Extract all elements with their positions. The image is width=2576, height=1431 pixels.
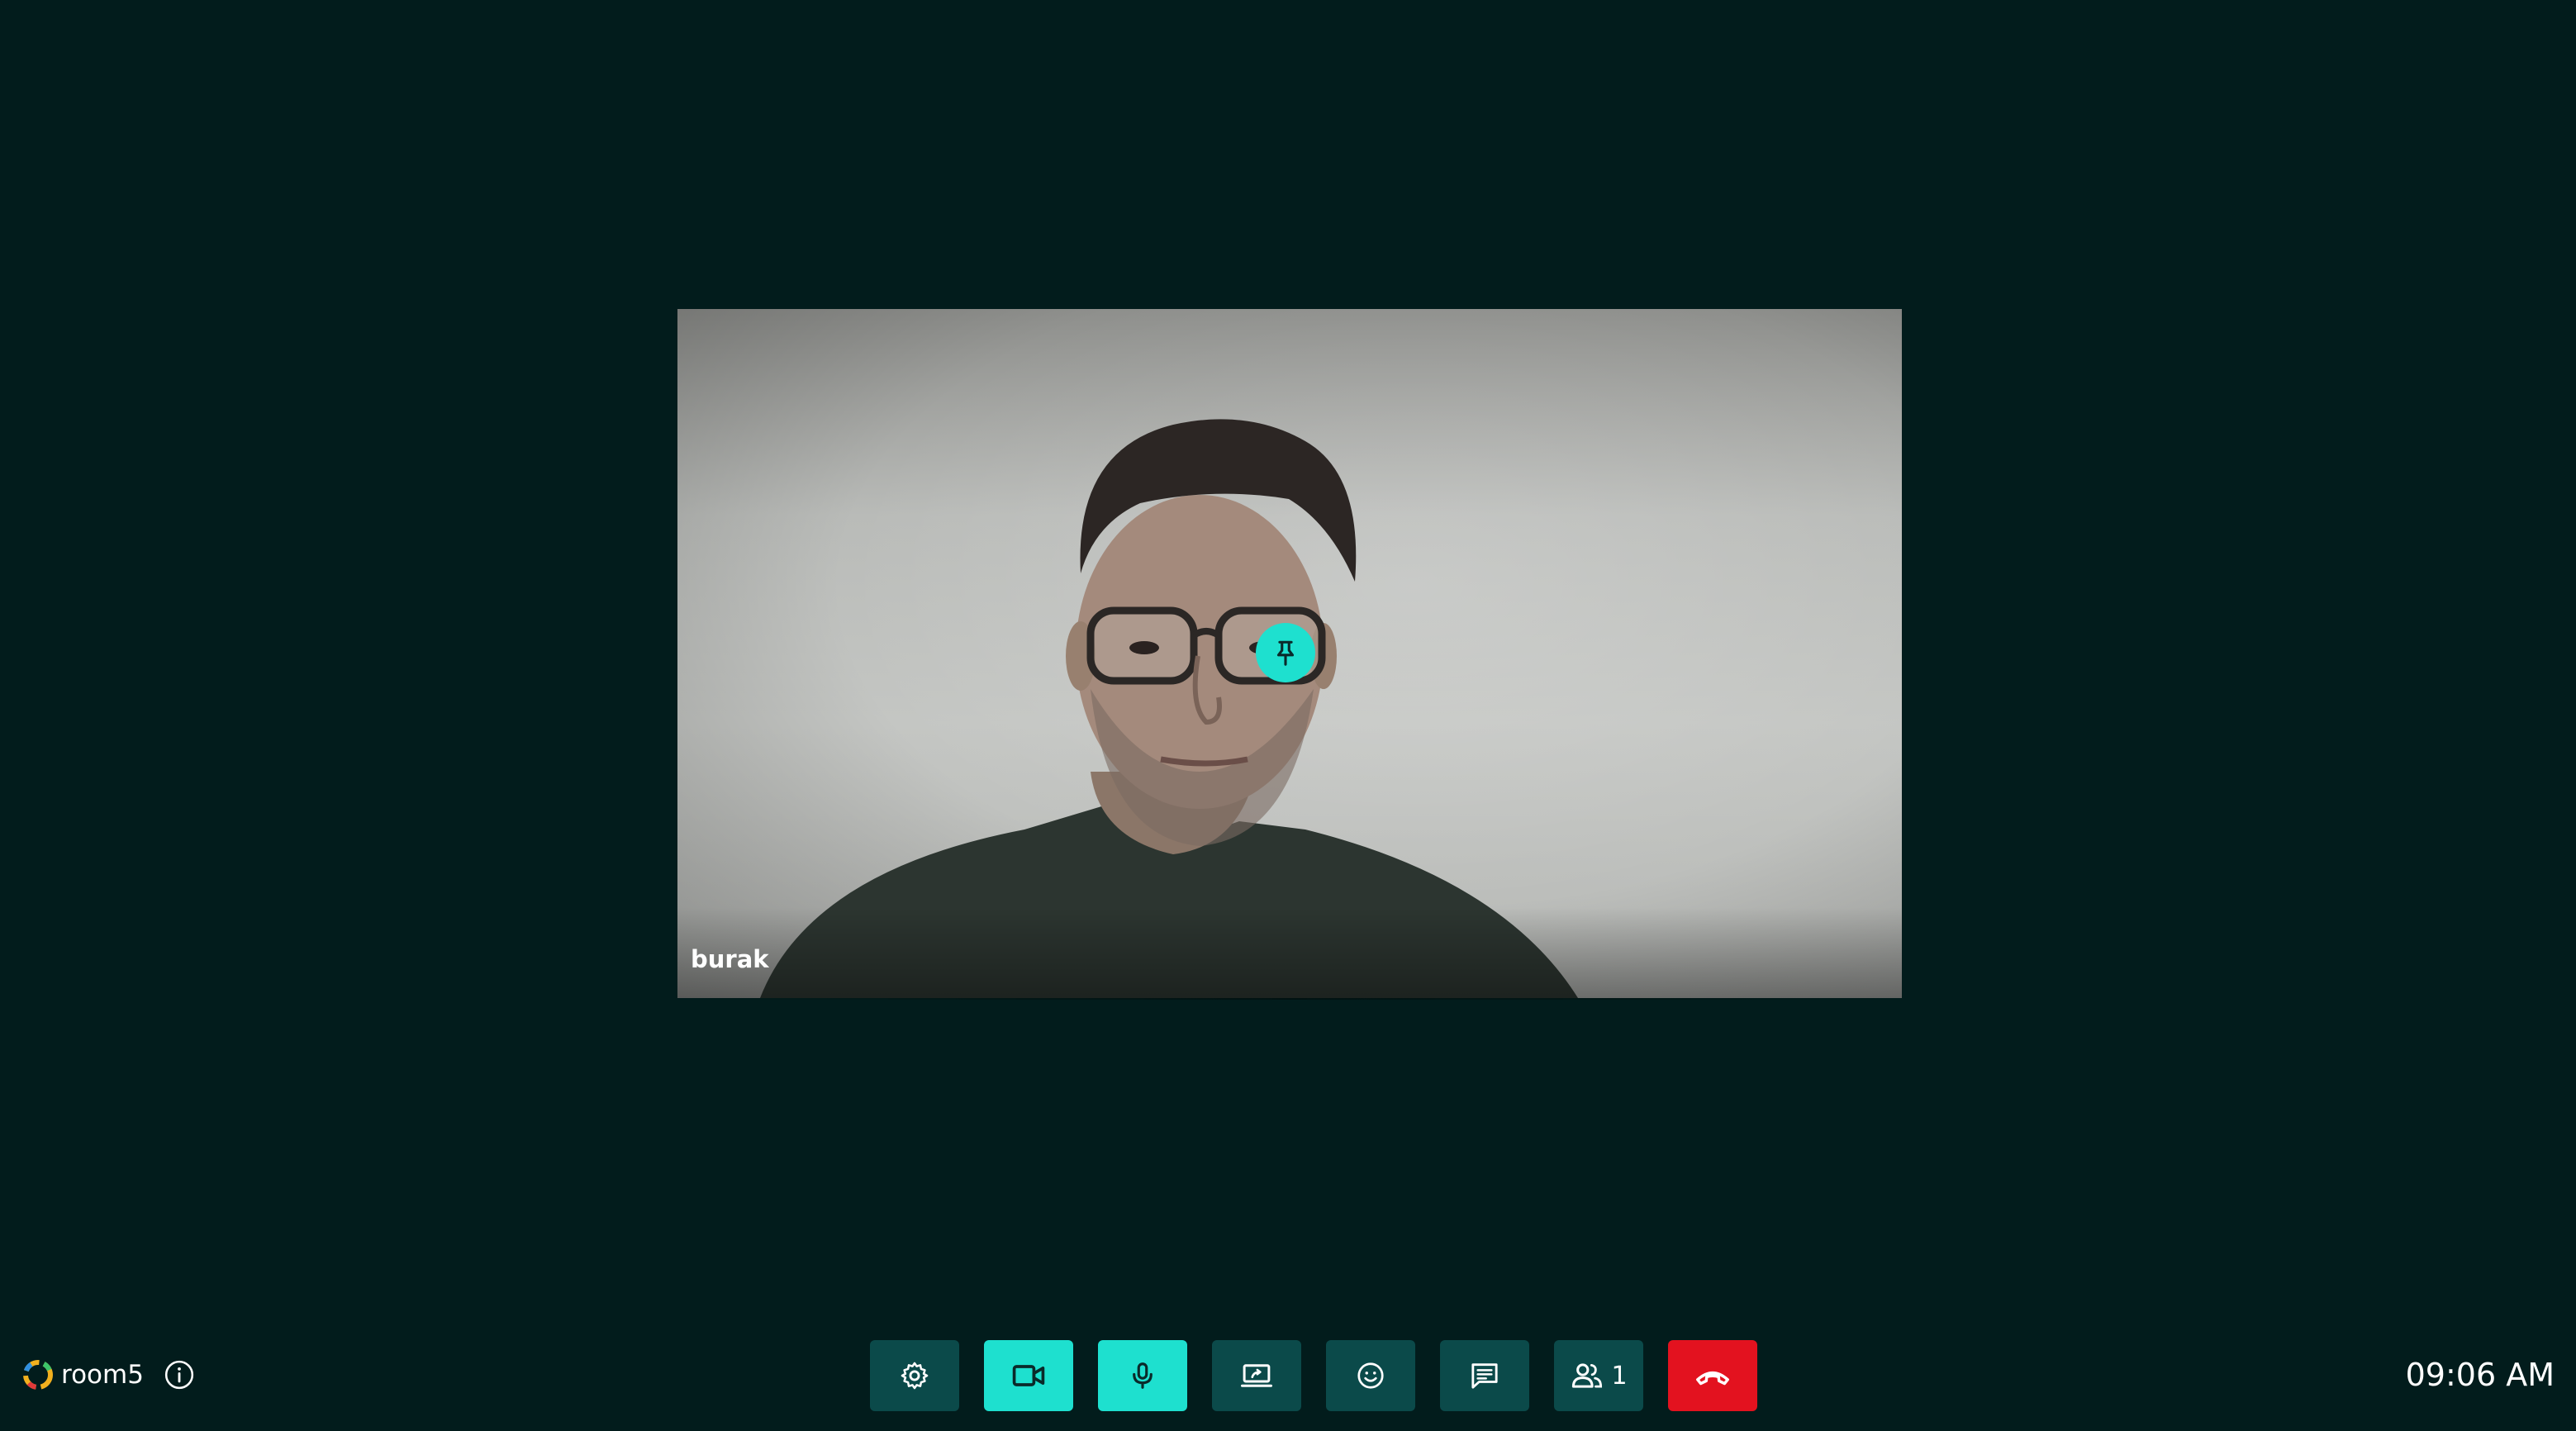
participant-video-tile[interactable]: burak bbox=[677, 309, 1902, 998]
video-camera-icon bbox=[1012, 1365, 1045, 1386]
pin-button[interactable] bbox=[1256, 623, 1315, 682]
settings-button[interactable] bbox=[870, 1340, 959, 1411]
video-bottom-fade bbox=[677, 907, 1902, 998]
hangup-button[interactable] bbox=[1668, 1340, 1757, 1411]
smiley-icon bbox=[1357, 1362, 1384, 1389]
microphone-toggle-button[interactable] bbox=[1098, 1340, 1187, 1411]
clock: 09:06 AM bbox=[2405, 1357, 2555, 1393]
meeting-app: burak room5 1 09:06 AM bbox=[0, 0, 2576, 1431]
camera-toggle-button[interactable] bbox=[984, 1340, 1073, 1411]
screen-share-button[interactable] bbox=[1212, 1340, 1301, 1411]
chat-button[interactable] bbox=[1440, 1340, 1529, 1411]
gear-icon bbox=[901, 1362, 929, 1390]
info-icon[interactable] bbox=[164, 1359, 195, 1391]
participant-name-label: burak bbox=[691, 945, 769, 973]
chat-icon bbox=[1471, 1363, 1498, 1389]
reactions-button[interactable] bbox=[1326, 1340, 1415, 1411]
participants-count: 1 bbox=[1611, 1361, 1628, 1391]
room-info: room5 bbox=[23, 1360, 195, 1390]
participants-button[interactable]: 1 bbox=[1554, 1340, 1643, 1411]
call-toolbar: 1 bbox=[870, 1340, 1757, 1411]
app-logo-icon bbox=[23, 1360, 53, 1390]
participants-icon bbox=[1572, 1363, 1603, 1388]
room-name: room5 bbox=[61, 1360, 144, 1390]
microphone-icon bbox=[1133, 1362, 1153, 1389]
hangup-phone-icon bbox=[1696, 1371, 1729, 1386]
pin-icon bbox=[1276, 640, 1295, 666]
screen-share-icon bbox=[1241, 1364, 1272, 1387]
